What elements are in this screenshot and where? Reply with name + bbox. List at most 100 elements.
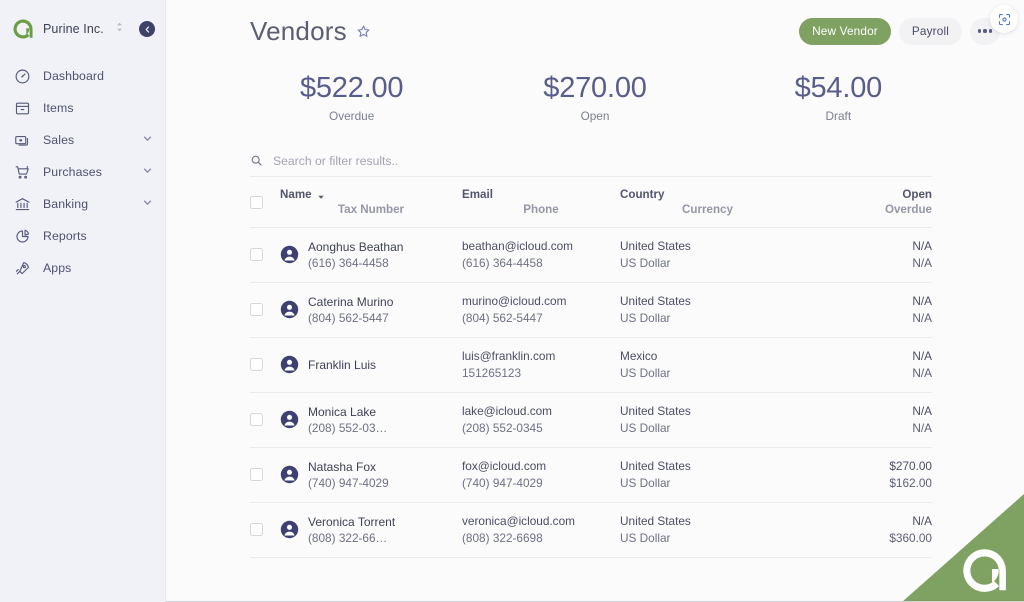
vendor-name: Natasha Fox [308, 460, 389, 474]
row-select-cell[interactable] [250, 282, 280, 337]
table-row[interactable]: Caterina Murino (804) 562-5447 murino@ic… [250, 282, 932, 337]
payroll-button[interactable]: Payroll [899, 18, 962, 45]
page-title: Vendors [250, 16, 347, 47]
vendor-overdue-amount: $360.00 [889, 531, 932, 545]
stat-draft[interactable]: $54.00 Draft [717, 72, 960, 123]
banknote-icon [14, 132, 31, 149]
row-select-cell[interactable] [250, 337, 280, 392]
vendor-email: luis@franklin.com [462, 349, 620, 363]
stat-open[interactable]: $270.00 Open [473, 72, 716, 123]
table-row[interactable]: Aonghus Beathan (616) 364-4458 beathan@i… [250, 227, 932, 282]
column-primary-label: Open [902, 188, 932, 201]
vendor-phone: (616) 364-4458 [462, 256, 620, 270]
vendor-phone: (208) 552-0345 [462, 421, 620, 435]
sidebar-item-reports[interactable]: Reports [0, 220, 165, 252]
vendor-name: Monica Lake [308, 405, 387, 419]
row-select-cell[interactable] [250, 502, 280, 557]
cell-country: United States US Dollar [620, 392, 795, 447]
table-body: Aonghus Beathan (616) 364-4458 beathan@i… [250, 227, 932, 557]
chevron-down-icon[interactable] [142, 195, 153, 213]
cell-amounts: $270.00 $162.00 [795, 447, 932, 502]
cell-amounts: N/A N/A [795, 337, 932, 392]
select-all-checkbox[interactable] [250, 196, 263, 209]
cell-name: Monica Lake (208) 552-03… [280, 392, 462, 447]
ellipsis-dot-icon [978, 29, 981, 32]
table-row[interactable]: Monica Lake (208) 552-03… lake@icloud.co… [250, 392, 932, 447]
sidebar-item-purchases[interactable]: Purchases [0, 156, 165, 188]
vendor-open-amount: $270.00 [889, 459, 932, 473]
cell-email: lake@icloud.com (208) 552-0345 [462, 392, 620, 447]
sidebar-nav: Dashboard Items Sales [0, 60, 165, 284]
sidebar-item-label: Items [43, 101, 153, 115]
sidebar-item-banking[interactable]: Banking [0, 188, 165, 220]
vendor-open-amount: N/A [912, 349, 932, 363]
summary-stats: $522.00 Overdue $270.00 Open $54.00 Draf… [166, 64, 1024, 123]
row-checkbox[interactable] [250, 468, 263, 481]
avatar [280, 520, 299, 539]
column-secondary-label: Tax Number [280, 203, 462, 216]
column-secondary-label: Currency [620, 203, 795, 216]
vendor-overdue-amount: $162.00 [889, 476, 932, 490]
chevron-up-down-icon[interactable] [114, 20, 125, 39]
column-email[interactable]: Email Phone [462, 177, 620, 227]
cell-name: Aonghus Beathan (616) 364-4458 [280, 227, 462, 282]
table-row[interactable]: Natasha Fox (740) 947-4029 fox@icloud.co… [250, 447, 932, 502]
vendor-country: United States [620, 459, 795, 473]
sidebar-item-label: Purchases [43, 165, 130, 179]
sidebar: Purine Inc. Dashboard [0, 0, 166, 602]
focus-scan-icon[interactable] [990, 5, 1018, 33]
vendor-phone: 151265123 [462, 366, 620, 380]
star-icon[interactable] [356, 24, 371, 39]
vendor-open-amount: N/A [912, 404, 932, 418]
cell-email: fox@icloud.com (740) 947-4029 [462, 447, 620, 502]
brand-name: Purine Inc. [43, 22, 105, 36]
table-header-row: Name Tax Number Email [250, 177, 932, 227]
vendor-country: United States [620, 239, 795, 253]
select-all-cell[interactable] [250, 177, 280, 227]
row-checkbox[interactable] [250, 248, 263, 261]
chevron-down-icon[interactable] [142, 131, 153, 149]
vendors-table: Name Tax Number Email [250, 177, 932, 558]
table-row[interactable]: Veronica Torrent (808) 322-66… veronica@… [250, 502, 932, 557]
chevron-down-icon[interactable] [142, 163, 153, 181]
table-header: Name Tax Number Email [250, 177, 932, 227]
pie-chart-icon [14, 228, 31, 245]
column-name[interactable]: Name Tax Number [280, 177, 462, 227]
vendor-currency: US Dollar [620, 531, 795, 545]
column-open-overdue[interactable]: Open Overdue [795, 177, 932, 227]
sidebar-collapse-button[interactable] [139, 21, 155, 37]
vendor-currency: US Dollar [620, 311, 795, 325]
row-checkbox[interactable] [250, 358, 263, 371]
cell-amounts: N/A N/A [795, 227, 932, 282]
sidebar-item-apps[interactable]: Apps [0, 252, 165, 284]
cell-email: beathan@icloud.com (616) 364-4458 [462, 227, 620, 282]
sidebar-item-label: Dashboard [43, 69, 153, 83]
vendor-overdue-amount: N/A [912, 311, 932, 325]
vendor-name: Franklin Luis [308, 358, 376, 372]
search-input[interactable] [273, 154, 932, 168]
sidebar-item-items[interactable]: Items [0, 92, 165, 124]
vendor-email: veronica@icloud.com [462, 514, 620, 528]
search-bar[interactable] [250, 145, 932, 177]
avatar [280, 355, 299, 374]
brand-row[interactable]: Purine Inc. [0, 0, 165, 58]
row-checkbox[interactable] [250, 303, 263, 316]
row-select-cell[interactable] [250, 227, 280, 282]
column-country[interactable]: Country Currency [620, 177, 795, 227]
sort-descending-icon[interactable] [317, 191, 325, 199]
column-primary-label: Name [280, 188, 312, 201]
cell-country: Mexico US Dollar [620, 337, 795, 392]
sidebar-item-sales[interactable]: Sales [0, 124, 165, 156]
table-row[interactable]: Franklin Luis luis@franklin.com 15126512… [250, 337, 932, 392]
stat-overdue[interactable]: $522.00 Overdue [230, 72, 473, 123]
stat-value: $270.00 [473, 72, 716, 105]
row-checkbox[interactable] [250, 523, 263, 536]
app-root: Purine Inc. Dashboard [0, 0, 1024, 602]
new-vendor-button[interactable]: New Vendor [799, 18, 891, 45]
row-checkbox[interactable] [250, 413, 263, 426]
vendor-currency: US Dollar [620, 421, 795, 435]
row-select-cell[interactable] [250, 447, 280, 502]
sidebar-item-dashboard[interactable]: Dashboard [0, 60, 165, 92]
row-select-cell[interactable] [250, 392, 280, 447]
cell-name: Natasha Fox (740) 947-4029 [280, 447, 462, 502]
